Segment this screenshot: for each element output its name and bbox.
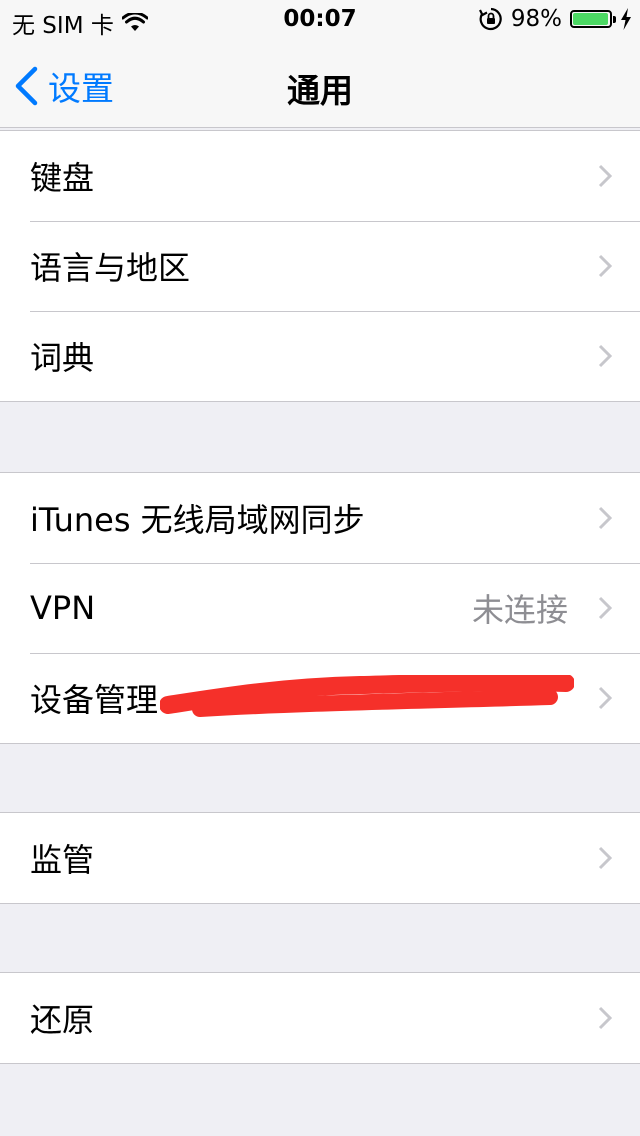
rotation-lock-icon [478, 7, 502, 31]
settings-group-supervision: 监管 [0, 812, 640, 904]
settings-row-language-region[interactable]: 语言与地区 [0, 221, 640, 311]
row-label: 监管 [30, 841, 95, 879]
row-label: VPN [30, 589, 96, 627]
chevron-right-icon [598, 596, 612, 620]
chevron-right-icon [598, 846, 612, 870]
row-label: 还原 [30, 1001, 95, 1039]
settings-general-screen: 无 SIM 卡 00:07 98% 设置 通用 键盘 语言与地区 词典 iTun… [0, 0, 640, 1136]
battery-nub [613, 16, 616, 23]
battery-icon [570, 10, 616, 28]
settings-group-reset: 还原 [0, 972, 640, 1064]
settings-row-itunes-wifi-sync[interactable]: iTunes 无线局域网同步 [0, 473, 640, 563]
battery-fill [573, 13, 609, 25]
charging-bolt-icon [621, 8, 631, 30]
row-label: 键盘 [30, 159, 95, 197]
row-label: 语言与地区 [30, 249, 191, 287]
chevron-right-icon [598, 164, 612, 188]
page-title: 通用 [287, 71, 353, 110]
settings-group-connections: iTunes 无线局域网同步 VPN 未连接 设备管理 [0, 472, 640, 744]
row-label: 设备管理 [30, 681, 159, 719]
settings-row-device-management[interactable]: 设备管理 [0, 653, 640, 743]
top-bar: 无 SIM 卡 00:07 98% 设置 通用 [0, 0, 640, 128]
settings-row-vpn[interactable]: VPN 未连接 [0, 563, 640, 653]
row-label: 词典 [30, 339, 95, 377]
chevron-right-icon [598, 1006, 612, 1030]
chevron-right-icon [598, 254, 612, 278]
navigation-bar: 设置 通用 [0, 40, 640, 128]
status-right: 98% [478, 6, 632, 32]
vpn-status-value: 未连接 [471, 591, 568, 629]
chevron-right-icon [598, 686, 612, 710]
red-redaction-scribble [160, 675, 574, 717]
settings-row-keyboard[interactable]: 键盘 [0, 131, 640, 221]
row-label: iTunes 无线局域网同步 [30, 501, 365, 539]
settings-row-dictionary[interactable]: 词典 [0, 311, 640, 401]
chevron-right-icon [598, 344, 612, 368]
settings-row-supervision[interactable]: 监管 [0, 813, 640, 903]
settings-group-input: 键盘 语言与地区 词典 [0, 130, 640, 402]
battery-percent: 98% [510, 6, 562, 32]
settings-row-reset[interactable]: 还原 [0, 973, 640, 1063]
chevron-right-icon [598, 506, 612, 530]
status-bar: 无 SIM 卡 00:07 98% [0, 0, 640, 40]
